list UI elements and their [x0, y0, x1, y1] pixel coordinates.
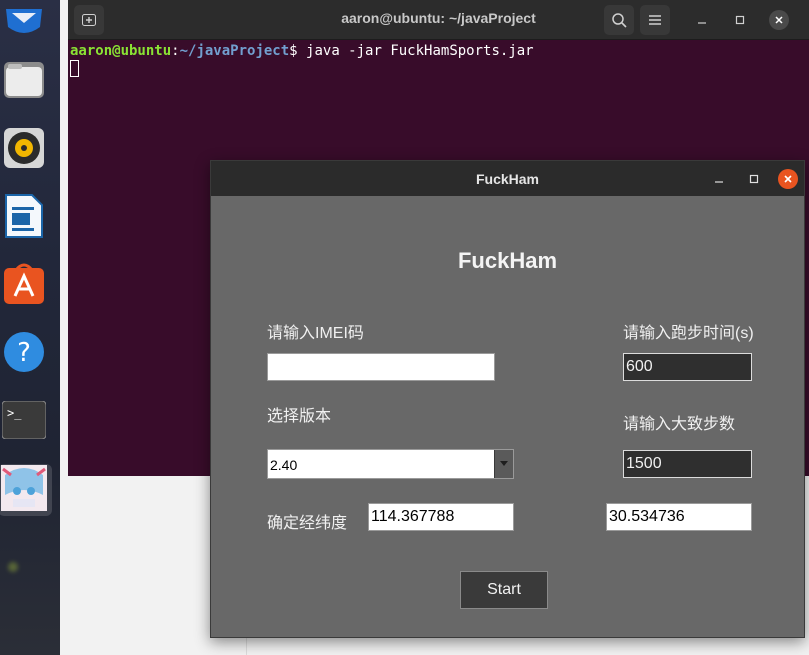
software-launcher[interactable]: [0, 260, 48, 308]
prompt-path: ~/javaProject: [179, 43, 290, 59]
terminal-launcher[interactable]: >_: [0, 396, 48, 444]
minimize-icon: [715, 181, 723, 183]
prompt-user: aaron@ubuntu: [70, 43, 172, 59]
menu-button[interactable]: [640, 5, 670, 35]
hamburger-menu-icon: [649, 15, 661, 25]
files-icon: [4, 62, 44, 98]
close-icon: [784, 175, 792, 183]
maximize-icon: [749, 174, 759, 184]
java-app-launcher[interactable]: [0, 464, 52, 516]
terminal-headerbar[interactable]: aaron@ubuntu: ~/javaProject: [68, 0, 809, 40]
terminal-icon: >_: [2, 401, 46, 439]
svg-text:>_: >_: [7, 406, 22, 420]
terminal-cursor: [70, 60, 79, 77]
thunderbird-launcher[interactable]: [0, 0, 48, 48]
fuckham-dialog[interactable]: FuckHam FuckHam 请输入IMEI码 请输入跑步时间(s) 600 …: [210, 160, 805, 638]
search-icon: [612, 13, 627, 28]
imei-input[interactable]: [267, 353, 495, 381]
thunderbird-icon: [6, 9, 42, 33]
terminal-output[interactable]: aaron@ubuntu:~/javaProject$ java -jar Fu…: [70, 42, 534, 60]
steps-input[interactable]: 1500: [623, 450, 752, 478]
dialog-titlebar[interactable]: FuckHam: [211, 161, 804, 196]
run-time-label: 请输入跑步时间(s): [623, 325, 754, 342]
prompt-separator: :: [171, 43, 180, 59]
rhythmbox-icon: [4, 128, 44, 168]
version-select[interactable]: 2.40: [267, 449, 514, 479]
prompt-symbol: $: [289, 43, 307, 59]
version-dropdown-button[interactable]: [494, 450, 513, 478]
rhythmbox-launcher[interactable]: [0, 124, 48, 172]
dock: ? >_: [0, 0, 60, 655]
minimize-icon: [698, 22, 706, 24]
close-icon: [775, 16, 783, 24]
terminal-command: java -jar FuckHamSports.jar: [306, 43, 534, 59]
steps-label: 请输入大致步数: [623, 416, 736, 433]
terminal-maximize-button[interactable]: [730, 10, 750, 30]
start-button[interactable]: Start: [460, 571, 548, 609]
help-icon: ?: [4, 332, 44, 372]
files-launcher[interactable]: [0, 56, 48, 104]
imei-label: 请输入IMEI码: [267, 325, 364, 342]
search-button[interactable]: [604, 5, 634, 35]
version-select-value: 2.40: [270, 457, 298, 473]
terminal-minimize-button[interactable]: [692, 10, 712, 30]
terminal-close-button[interactable]: [769, 10, 789, 30]
dialog-minimize-button[interactable]: [709, 169, 729, 189]
dialog-maximize-button[interactable]: [744, 169, 764, 189]
svg-text:?: ?: [17, 338, 31, 368]
maximize-icon: [735, 15, 745, 25]
software-center-icon: [4, 263, 44, 304]
coords-label: 确定经纬度: [267, 515, 348, 532]
help-launcher[interactable]: ?: [0, 328, 48, 376]
version-label: 选择版本: [267, 408, 332, 425]
longitude-input[interactable]: 114.367788: [368, 503, 514, 531]
run-time-input[interactable]: 600: [623, 353, 752, 381]
latitude-input[interactable]: 30.534736: [606, 503, 752, 531]
chevron-down-icon: [500, 461, 508, 466]
java-app-icon: [1, 465, 47, 511]
dialog-heading: FuckHam: [457, 248, 558, 273]
dialog-close-button[interactable]: [778, 169, 798, 189]
libreoffice-writer-icon: [5, 194, 43, 238]
writer-launcher[interactable]: [0, 192, 48, 240]
dock-indicator: [8, 562, 18, 572]
